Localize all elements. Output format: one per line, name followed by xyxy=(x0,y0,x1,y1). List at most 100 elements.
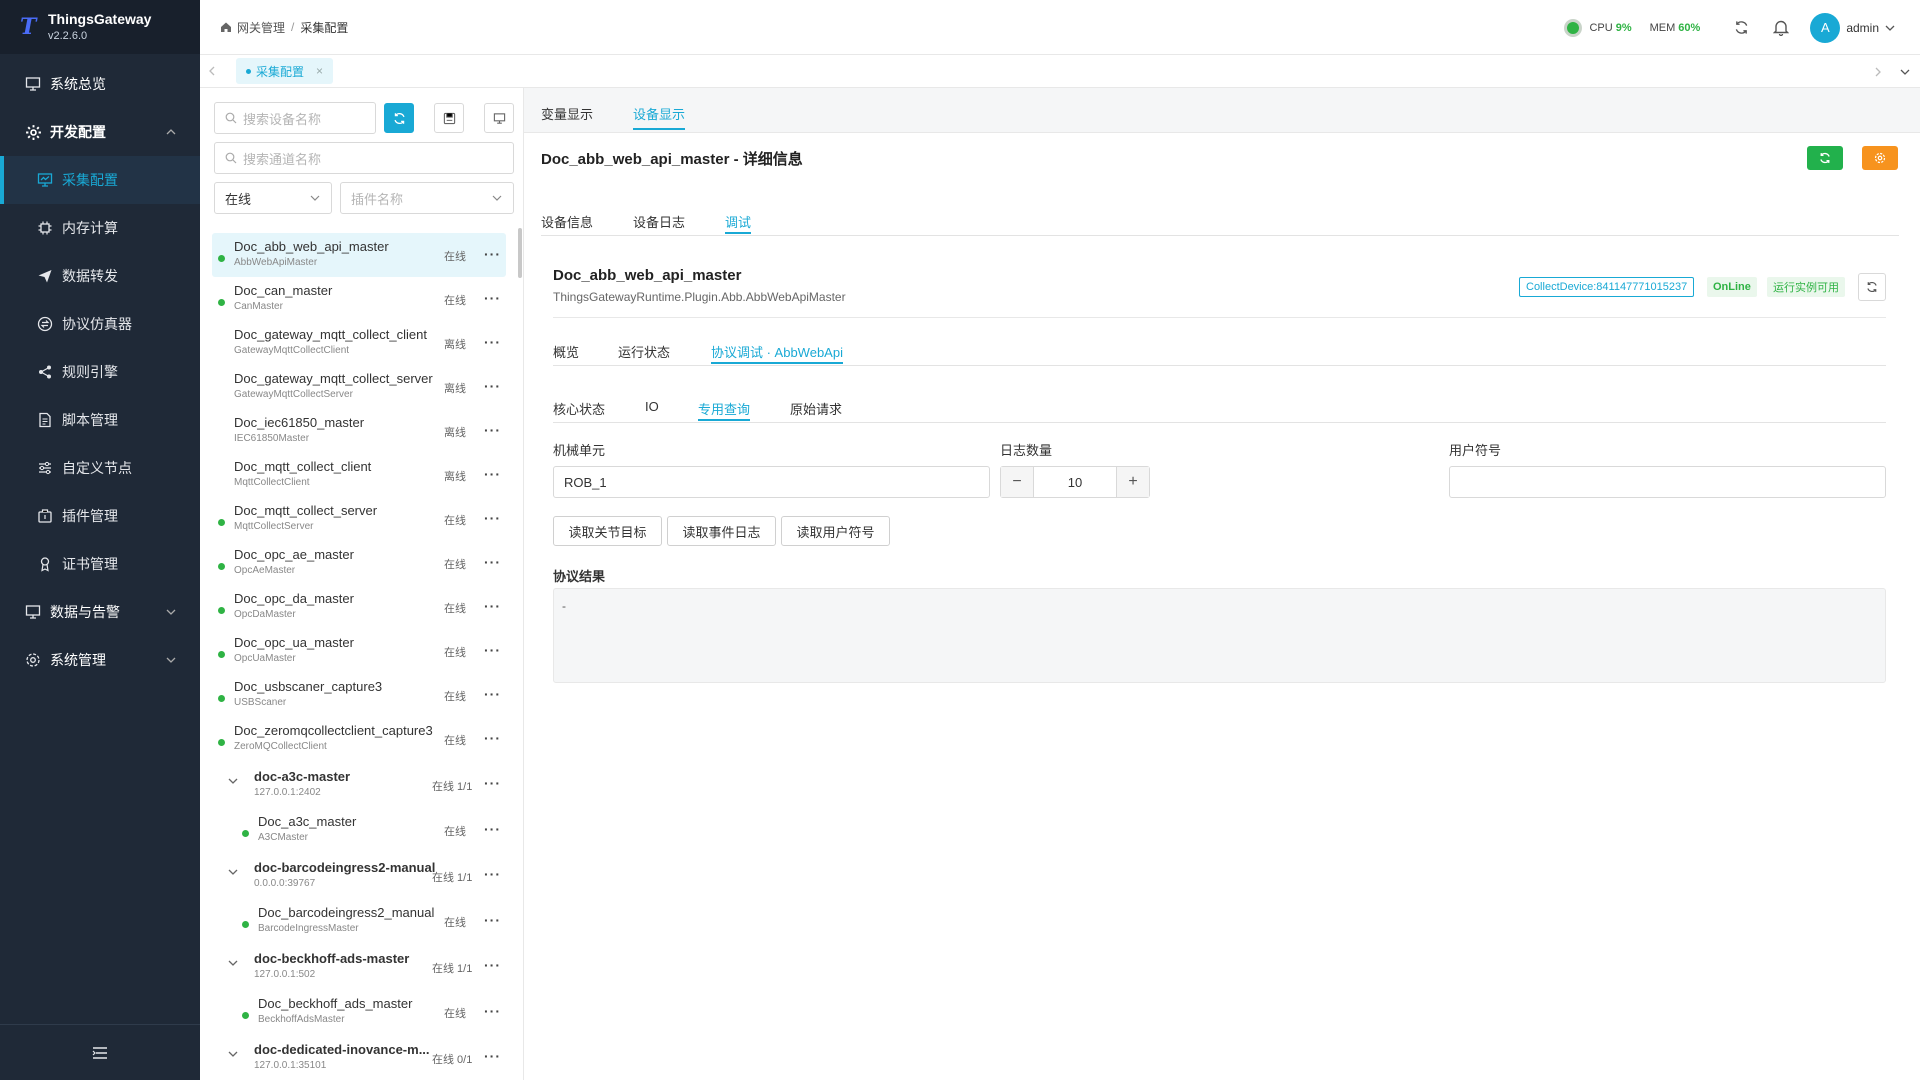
sidebar-item-custom-node[interactable]: 自定义节点 xyxy=(0,444,200,492)
chevron-down-icon[interactable] xyxy=(227,775,239,787)
more-icon[interactable]: ··· xyxy=(484,730,501,746)
more-icon[interactable]: ··· xyxy=(484,866,501,882)
tab-protocol-debug[interactable]: 协议调试 · AbbWebApi xyxy=(711,342,843,364)
device-item[interactable]: Doc_gateway_mqtt_collect_client GatewayM… xyxy=(200,321,516,365)
more-icon[interactable]: ··· xyxy=(484,1003,501,1019)
mech-unit-input[interactable]: ROB_1 xyxy=(553,466,990,498)
more-icon[interactable]: ··· xyxy=(484,598,501,614)
tab-collect-config[interactable]: 采集配置 × xyxy=(236,58,334,84)
more-icon[interactable]: ··· xyxy=(484,912,501,928)
chevron-down-icon[interactable] xyxy=(1884,22,1896,34)
more-icon[interactable]: ··· xyxy=(484,642,501,658)
search-device-input[interactable]: 搜索设备名称 xyxy=(214,102,376,134)
channel-group[interactable]: doc-barcodeingress2-manual 0.0.0.0:39767… xyxy=(200,852,516,899)
display-button[interactable] xyxy=(484,103,514,133)
decrement-button[interactable]: − xyxy=(1001,467,1033,497)
tabs-right-controls xyxy=(1866,55,1920,88)
device-item[interactable]: Doc_zeromqcollectclient_capture3 ZeroMQC… xyxy=(200,717,516,761)
plugin-select[interactable]: 插件名称 xyxy=(340,182,514,214)
tab-core-status[interactable]: 核心状态 xyxy=(553,399,605,418)
sidebar-item-data-alarm[interactable]: 数据与告警 xyxy=(0,588,200,636)
log-count-value[interactable]: 10 xyxy=(1033,467,1117,497)
device-item[interactable]: Doc_opc_ua_master OpcUaMaster 在线 ··· xyxy=(200,629,516,673)
tab-debug[interactable]: 调试 xyxy=(725,212,752,234)
sidebar-item-overview[interactable]: 系统总览 xyxy=(0,60,200,108)
tab-special-query[interactable]: 专用查询 xyxy=(698,399,751,421)
device-item[interactable]: Doc_mqtt_collect_client MqttCollectClien… xyxy=(200,453,516,497)
channel-group[interactable]: doc-dedicated-inovance-m... 127.0.0.1:35… xyxy=(200,1034,516,1080)
tab-device-view[interactable]: 设备显示 xyxy=(633,104,686,130)
collapse-menu-button[interactable] xyxy=(0,1024,200,1080)
tab-overview[interactable]: 概览 xyxy=(553,342,579,361)
read-joint-target-button[interactable]: 读取关节目标 xyxy=(553,516,662,546)
tabs-scroll-right-button[interactable] xyxy=(1866,67,1890,77)
sidebar-item-system-manage[interactable]: 系统管理 xyxy=(0,636,200,684)
search-channel-input[interactable]: 搜索通道名称 xyxy=(214,142,514,174)
chevron-down-icon[interactable] xyxy=(227,866,239,878)
more-icon[interactable]: ··· xyxy=(484,290,501,306)
user-symbol-input[interactable] xyxy=(1449,466,1886,498)
notification-button[interactable] xyxy=(1770,17,1792,39)
device-item[interactable]: Doc_usbscaner_capture3 USBScaner 在线 ··· xyxy=(200,673,516,717)
sidebar-item-plugin-manage[interactable]: 插件管理 xyxy=(0,492,200,540)
avatar[interactable]: A xyxy=(1810,12,1841,43)
more-icon[interactable]: ··· xyxy=(484,775,501,791)
device-item[interactable]: Doc_mqtt_collect_server MqttCollectServe… xyxy=(200,497,516,541)
device-item[interactable]: Doc_gateway_mqtt_collect_server GatewayM… xyxy=(200,365,516,409)
device-item[interactable]: Doc_opc_ae_master OpcAeMaster 在线 ··· xyxy=(200,541,516,585)
close-icon[interactable]: × xyxy=(316,64,323,78)
sidebar-item-collect-config[interactable]: 采集配置 xyxy=(0,156,200,204)
more-icon[interactable]: ··· xyxy=(484,466,501,482)
device-item[interactable]: Doc_iec61850_master IEC61850Master 离线 ··… xyxy=(200,409,516,453)
tabs-scroll-left-button[interactable] xyxy=(200,66,224,76)
refresh-button[interactable] xyxy=(1730,17,1752,39)
more-icon[interactable]: ··· xyxy=(484,821,501,837)
sidebar-item-memory-compute[interactable]: 内存计算 xyxy=(0,204,200,252)
sidebar-item-rule-engine[interactable]: 规则引擎 xyxy=(0,348,200,396)
breadcrumb-root[interactable]: 网关管理 xyxy=(237,19,285,36)
more-icon[interactable]: ··· xyxy=(484,422,501,438)
device-item[interactable]: Doc_barcodeingress2_manual BarcodeIngres… xyxy=(200,899,516,943)
refresh-device-button[interactable] xyxy=(1807,146,1843,170)
tab-raw-request[interactable]: 原始请求 xyxy=(790,399,842,418)
increment-button[interactable]: + xyxy=(1117,467,1149,497)
more-icon[interactable]: ··· xyxy=(484,334,501,350)
device-item[interactable]: Doc_opc_da_master OpcDaMaster 在线 ··· xyxy=(200,585,516,629)
device-item[interactable]: Doc_beckhoff_ads_master BeckhoffAdsMaste… xyxy=(200,990,516,1034)
export-button[interactable] xyxy=(434,103,464,133)
chevron-down-icon[interactable] xyxy=(227,1048,239,1060)
sidebar-item-script-manage[interactable]: 脚本管理 xyxy=(0,396,200,444)
read-user-symbol-button[interactable]: 读取用户符号 xyxy=(781,516,890,546)
username[interactable]: admin xyxy=(1846,21,1879,35)
more-icon[interactable]: ··· xyxy=(484,957,501,973)
device-item[interactable]: Doc_abb_web_api_master AbbWebApiMaster 在… xyxy=(212,233,506,277)
read-event-log-button[interactable]: 读取事件日志 xyxy=(667,516,776,546)
more-icon[interactable]: ··· xyxy=(484,686,501,702)
refresh-status-button[interactable] xyxy=(1858,273,1886,301)
sidebar-item-dev-config[interactable]: 开发配置 xyxy=(0,108,200,156)
refresh-tree-button[interactable] xyxy=(384,103,414,133)
tabs-menu-button[interactable] xyxy=(1890,66,1920,78)
chevron-down-icon[interactable] xyxy=(227,957,239,969)
device-item[interactable]: Doc_can_master CanMaster 在线 ··· xyxy=(200,277,516,321)
more-icon[interactable]: ··· xyxy=(484,246,501,262)
channel-group[interactable]: doc-beckhoff-ads-master 127.0.0.1:502 在线… xyxy=(200,943,516,990)
chevron-down-icon xyxy=(1900,69,1910,75)
more-icon[interactable]: ··· xyxy=(484,378,501,394)
more-icon[interactable]: ··· xyxy=(484,1048,501,1064)
more-icon[interactable]: ··· xyxy=(484,510,501,526)
status-select[interactable]: 在线 xyxy=(214,182,332,214)
sidebar-item-protocol-simulator[interactable]: 协议仿真器 xyxy=(0,300,200,348)
sidebar-item-cert-manage[interactable]: 证书管理 xyxy=(0,540,200,588)
device-settings-button[interactable] xyxy=(1862,146,1898,170)
tab-run-status[interactable]: 运行状态 xyxy=(618,342,670,361)
tab-device-info[interactable]: 设备信息 xyxy=(541,212,593,231)
sidebar-item-data-forward[interactable]: 数据转发 xyxy=(0,252,200,300)
tree-scrollbar[interactable] xyxy=(518,228,522,278)
tab-variable-view[interactable]: 变量显示 xyxy=(541,104,593,123)
device-item[interactable]: Doc_a3c_master A3CMaster 在线 ··· xyxy=(200,808,516,852)
more-icon[interactable]: ··· xyxy=(484,554,501,570)
tab-device-log[interactable]: 设备日志 xyxy=(633,212,685,231)
channel-group[interactable]: doc-a3c-master 127.0.0.1:2402 在线 1/1 ··· xyxy=(200,761,516,808)
tab-io[interactable]: IO xyxy=(645,399,659,414)
